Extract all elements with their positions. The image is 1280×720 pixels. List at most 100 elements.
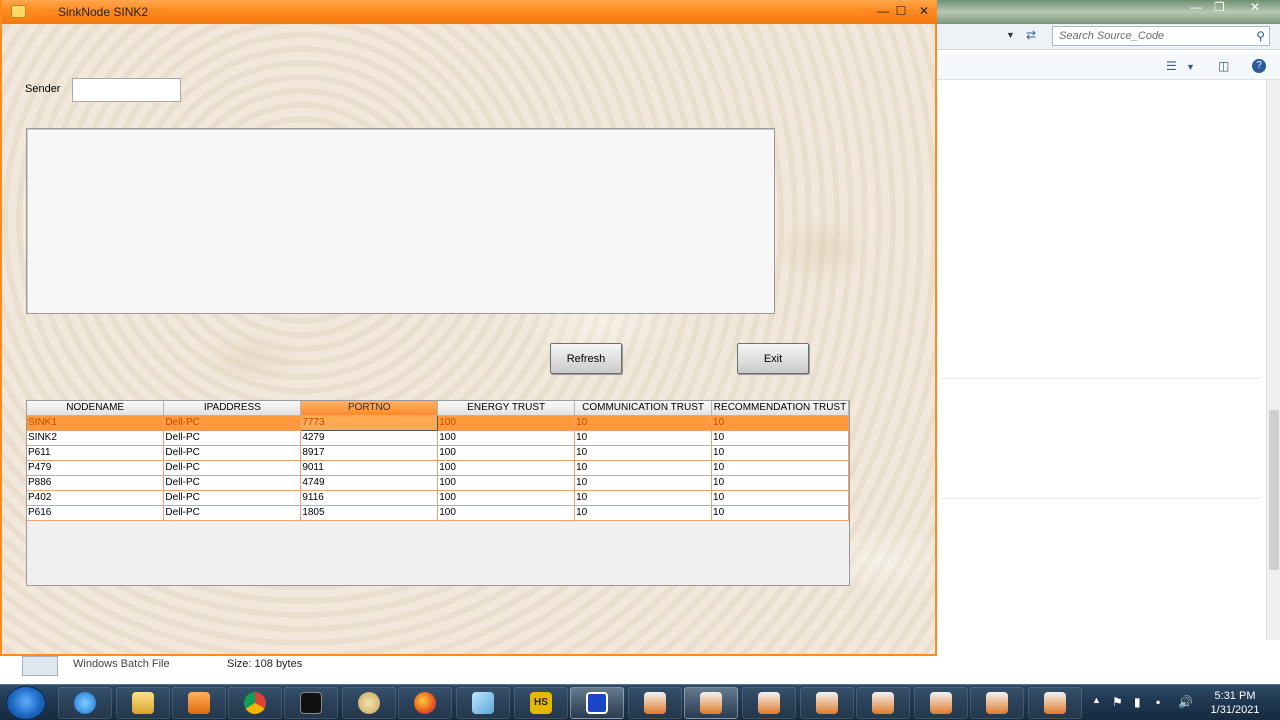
table-cell[interactable]: 10 — [711, 475, 849, 491]
table-cell[interactable]: 9116 — [300, 490, 439, 506]
java-icon[interactable] — [628, 687, 682, 719]
hs-app-icon[interactable]: HS — [514, 687, 568, 719]
remote-app-icon[interactable] — [570, 687, 624, 719]
table-cell[interactable]: P886 — [27, 475, 165, 491]
exit-button[interactable]: Exit — [737, 343, 809, 374]
table-cell[interactable]: 100 — [437, 415, 576, 431]
scrollbar-thumb[interactable] — [1269, 410, 1279, 570]
network-icon[interactable]: ▪ — [1156, 695, 1160, 709]
system-clock[interactable]: 5:31 PM 1/31/2021 — [1200, 689, 1270, 717]
table-cell[interactable]: P616 — [27, 505, 165, 521]
table-cell[interactable]: 7773 — [300, 414, 439, 431]
table-cell[interactable]: 100 — [437, 505, 576, 521]
column-header-communication-trust[interactable]: COMMUNICATION TRUST — [574, 401, 713, 416]
vertical-scrollbar[interactable] — [1266, 80, 1280, 640]
table-cell[interactable]: Dell-PC — [163, 445, 302, 461]
paint-icon[interactable] — [342, 687, 396, 719]
start-button[interactable] — [6, 686, 46, 720]
table-cell[interactable]: 10 — [574, 415, 713, 431]
chrome-icon[interactable] — [228, 687, 282, 719]
search-input[interactable]: Search Source_Code ⚲ — [1052, 26, 1270, 46]
table-cell[interactable]: 10 — [711, 415, 849, 431]
table-cell[interactable]: 10 — [711, 445, 849, 461]
show-hidden-icons-icon[interactable]: ▲ — [1092, 695, 1101, 705]
table-cell[interactable]: 9011 — [300, 460, 439, 476]
message-area[interactable] — [26, 128, 775, 314]
java-icon[interactable] — [684, 687, 738, 719]
table-cell[interactable]: 1805 — [300, 505, 439, 521]
table-cell[interactable]: Dell-PC — [163, 430, 302, 446]
table-cell[interactable]: 10 — [574, 445, 713, 461]
table-cell[interactable]: 10 — [574, 460, 713, 476]
table-cell[interactable]: SINK1 — [27, 415, 165, 431]
table-cell[interactable]: P611 — [27, 445, 165, 461]
maximize-icon[interactable]: ☐ — [893, 4, 909, 18]
table-cell[interactable]: 4749 — [300, 475, 439, 491]
table-cell[interactable]: Dell-PC — [163, 460, 302, 476]
table-row[interactable]: SINK1 Dell-PC 7773 100 10 10 — [27, 414, 849, 431]
refresh-button[interactable]: Refresh — [550, 343, 622, 374]
table-row[interactable]: P479 Dell-PC 9011 100 10 10 — [27, 460, 849, 476]
table-row[interactable]: SINK2 Dell-PC 4279 100 10 10 — [27, 430, 849, 446]
table-cell[interactable]: SINK2 — [27, 430, 165, 446]
table-cell[interactable]: 10 — [574, 490, 713, 506]
table-cell[interactable]: 10 — [711, 490, 849, 506]
flag-icon[interactable]: ⚑ — [1112, 695, 1123, 709]
table-cell[interactable]: P402 — [27, 490, 165, 506]
column-header-energy-trust[interactable]: ENERGY TRUST — [437, 401, 576, 416]
internet-explorer-icon[interactable] — [58, 687, 112, 719]
column-header-recommendation-trust[interactable]: RECOMMENDATION TRUST — [711, 401, 849, 416]
node-table[interactable]: NODENAME IPADDRESS PORTNO ENERGY TRUST C… — [26, 400, 850, 586]
preview-pane-icon[interactable]: ◫ — [1218, 59, 1229, 73]
table-cell[interactable]: 100 — [437, 475, 576, 491]
command-prompt-icon[interactable] — [284, 687, 338, 719]
java-icon[interactable] — [742, 687, 796, 719]
table-row[interactable]: P616 Dell-PC 1805 100 10 10 — [27, 505, 849, 521]
table-cell[interactable]: 10 — [574, 430, 713, 446]
java-icon[interactable] — [970, 687, 1024, 719]
table-cell[interactable]: 10 — [711, 430, 849, 446]
table-cell[interactable]: 100 — [437, 490, 576, 506]
table-cell[interactable]: 10 — [574, 475, 713, 491]
minimize-icon[interactable]: — — [875, 4, 891, 18]
table-cell[interactable]: 10 — [574, 505, 713, 521]
table-cell[interactable]: Dell-PC — [163, 475, 302, 491]
close-icon[interactable]: ✕ — [916, 4, 932, 18]
table-cell[interactable]: P479 — [27, 460, 165, 476]
java-icon[interactable] — [914, 687, 968, 719]
sender-input[interactable] — [72, 78, 181, 102]
volume-icon[interactable]: 🔊 — [1178, 695, 1193, 709]
column-header-ipaddress[interactable]: IPADDRESS — [163, 401, 302, 416]
help-icon[interactable]: ? — [1252, 59, 1266, 73]
table-row[interactable]: P886 Dell-PC 4749 100 10 10 — [27, 475, 849, 491]
column-header-nodename[interactable]: NODENAME — [27, 401, 165, 416]
file-explorer-icon[interactable] — [116, 687, 170, 719]
java-icon[interactable] — [1028, 687, 1082, 719]
media-player-icon[interactable] — [172, 687, 226, 719]
address-dropdown-icon[interactable]: ▼ — [1006, 30, 1015, 40]
refresh-icon[interactable]: ⇄ — [1026, 28, 1036, 42]
table-cell[interactable]: 10 — [711, 460, 849, 476]
view-dropdown-icon[interactable]: ▼ — [1186, 62, 1195, 72]
table-cell[interactable]: 8917 — [300, 445, 439, 461]
bg-close-icon[interactable]: ✕ — [1250, 0, 1260, 14]
table-cell[interactable]: 100 — [437, 460, 576, 476]
column-header-portno[interactable]: PORTNO — [300, 401, 439, 416]
firefox-icon[interactable] — [398, 687, 452, 719]
table-row[interactable]: P611 Dell-PC 8917 100 10 10 — [27, 445, 849, 461]
view-options-icon[interactable]: ☰ — [1166, 59, 1177, 73]
bg-restore-icon[interactable]: ❐ — [1214, 0, 1225, 14]
table-cell[interactable]: Dell-PC — [163, 490, 302, 506]
bg-minimize-icon[interactable]: — — [1190, 0, 1202, 14]
notepad-icon[interactable] — [456, 687, 510, 719]
title-bar[interactable]: SinkNode SINK2 — ☐ ✕ — [2, 0, 937, 24]
table-row[interactable]: P402 Dell-PC 9116 100 10 10 — [27, 490, 849, 506]
power-icon[interactable]: ▮ — [1134, 695, 1141, 709]
table-cell[interactable]: 100 — [437, 430, 576, 446]
table-cell[interactable]: 10 — [711, 505, 849, 521]
java-icon[interactable] — [800, 687, 854, 719]
table-cell[interactable]: 100 — [437, 445, 576, 461]
table-cell[interactable]: Dell-PC — [163, 415, 302, 431]
table-cell[interactable]: 4279 — [300, 430, 439, 446]
java-icon[interactable] — [856, 687, 910, 719]
